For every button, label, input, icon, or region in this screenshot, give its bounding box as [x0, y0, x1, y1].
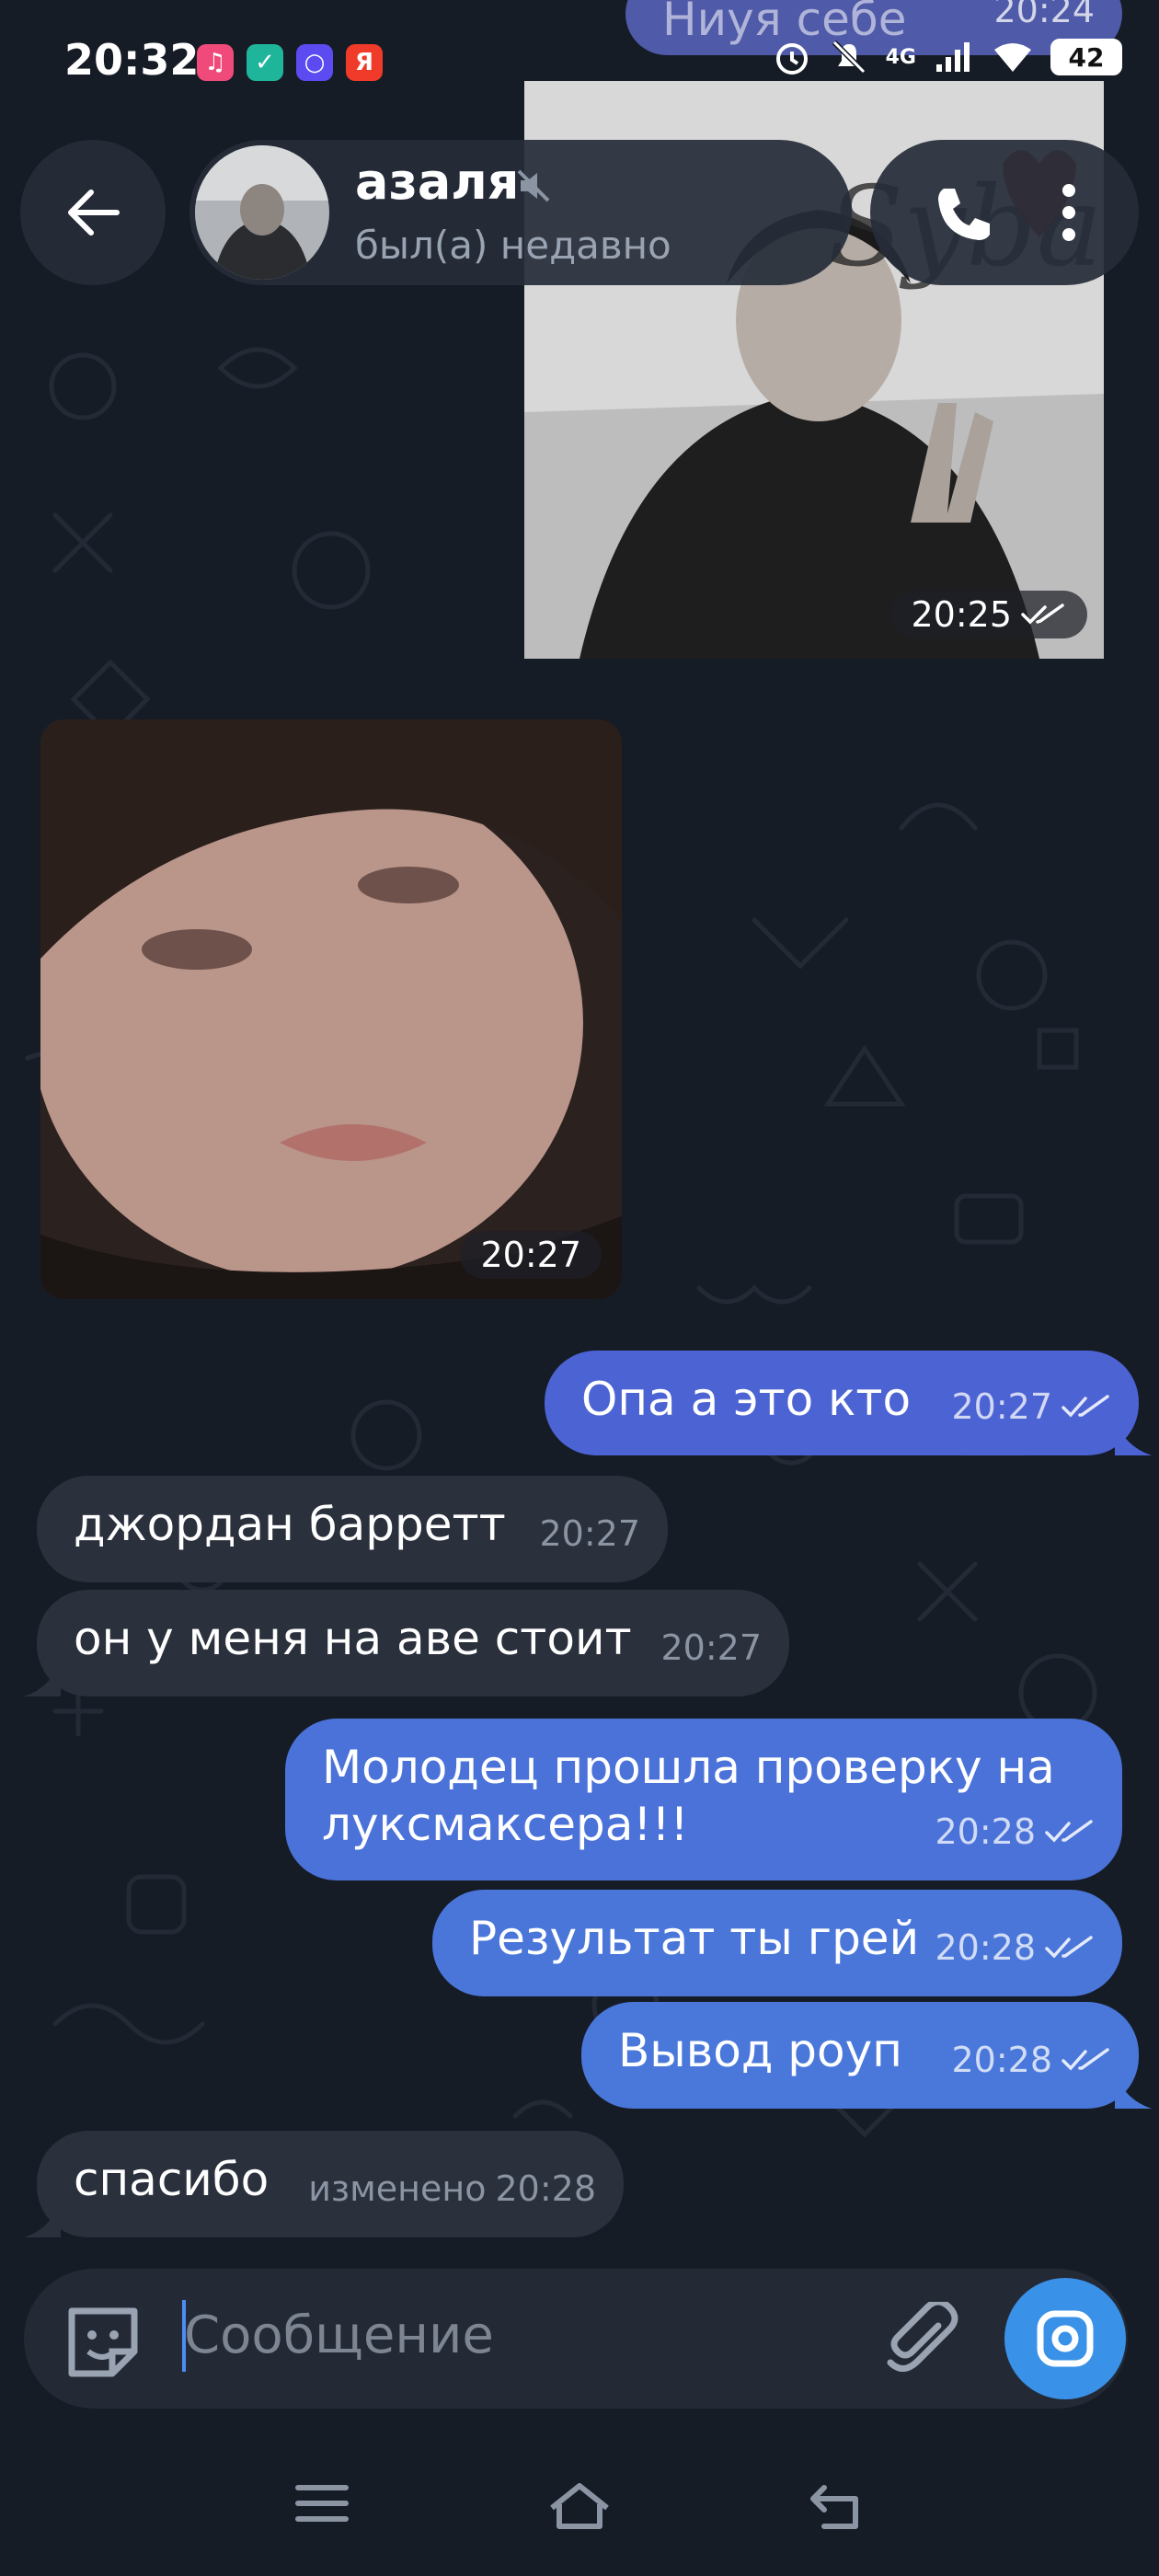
double-check-icon [1061, 1395, 1109, 1418]
header-actions [870, 140, 1139, 285]
message-text: Результат ты грей [469, 1912, 920, 1965]
message-bubble-outgoing[interactable]: Молодец прошла проверку на луксмаксера!!… [285, 1719, 1122, 1880]
message-meta: 20:27 [660, 1619, 762, 1676]
muted-icon [515, 167, 552, 208]
message-bubble-outgoing[interactable]: Результат ты грей 20:28 [432, 1890, 1122, 1996]
network-type: 4G [885, 45, 916, 69]
message-bubble-incoming[interactable]: джордан барретт 20:27 [37, 1476, 668, 1582]
photo1-time-chip: 20:25 [890, 591, 1087, 638]
message-time: 20:27 [539, 1513, 640, 1554]
bubble-tail [1115, 1419, 1152, 1455]
camera-button[interactable] [1004, 2278, 1126, 2399]
shield-app-icon: ✓ [247, 44, 283, 81]
signal-icon [936, 42, 970, 72]
message-text: Вывод роуп [618, 2024, 902, 2077]
message-text: Опа а это кто [581, 1373, 912, 1426]
double-check-icon [1045, 1820, 1093, 1843]
recent-apps-button[interactable] [294, 2480, 350, 2530]
message-meta: 20:27 [539, 1505, 640, 1562]
chat-last-seen: был(а) недавно [355, 223, 671, 268]
photo2-time-chip: 20:27 [460, 1231, 602, 1279]
double-check-icon [1061, 2048, 1109, 2071]
incoming-photo[interactable]: 20:27 [40, 719, 622, 1299]
bubble-tail [1115, 2072, 1152, 2109]
message-meta: 20:28 [935, 1803, 1095, 1860]
back-nav-button[interactable] [806, 2480, 865, 2536]
photo2-time: 20:27 [480, 1235, 581, 1275]
chat-name: азаля [355, 153, 520, 211]
camera-icon [1037, 2310, 1094, 2367]
message-time: 20:27 [951, 1386, 1052, 1427]
photo-portrait-2 [40, 719, 622, 1299]
attach-icon[interactable] [887, 2298, 960, 2383]
message-text: джордан барретт [74, 1498, 506, 1551]
message-bubble-incoming[interactable]: спасибо изменено 20:28 [24, 2131, 624, 2237]
music-app-icon: ♫ [197, 44, 234, 81]
message-meta: 20:27 [951, 1378, 1111, 1435]
avatar[interactable] [195, 145, 329, 280]
chat-app-icon: ○ [296, 44, 333, 81]
preview-message-time: 20:24 [993, 0, 1095, 30]
bubble-tail [24, 1660, 61, 1696]
arrow-left-icon [68, 190, 120, 236]
status-time: 20:32 [64, 35, 200, 85]
message-bubble-outgoing[interactable]: Опа а это кто 20:27 [545, 1351, 1152, 1455]
back-button[interactable] [20, 140, 166, 285]
message-time: 20:28 [935, 1811, 1036, 1852]
photo1-time: 20:25 [911, 594, 1012, 635]
message-time: 20:28 [951, 2040, 1052, 2080]
message-text: спасибо [74, 2153, 270, 2206]
message-time: 20:28 [495, 2168, 596, 2209]
more-vertical-icon[interactable] [1060, 181, 1078, 244]
message-input[interactable]: Сообщение [184, 2306, 494, 2365]
message-time: 20:28 [935, 1927, 1036, 1968]
message-meta: 20:28 [935, 1919, 1095, 1976]
phone-icon[interactable] [931, 181, 993, 244]
yandex-app-icon: Я [346, 44, 383, 81]
alarm-icon [775, 43, 808, 75]
message-meta: 20:28 [951, 2031, 1111, 2088]
message-meta: изменено 20:28 [308, 2160, 596, 2217]
message-bubble-outgoing[interactable]: Вывод роуп 20:28 [581, 2002, 1152, 2109]
message-bubble-incoming[interactable]: он у меня на аве стоит 20:27 [24, 1590, 789, 1696]
sticker-icon[interactable] [61, 2300, 145, 2388]
status-indicators: 4G 42 [772, 37, 1122, 77]
bell-off-icon [832, 40, 866, 75]
home-button[interactable] [546, 2480, 613, 2536]
double-check-icon [1021, 604, 1064, 625]
message-time: 20:27 [660, 1627, 762, 1668]
bubble-tail [24, 2201, 61, 2237]
double-check-icon [1045, 1936, 1093, 1959]
battery-indicator: 42 [1050, 39, 1122, 75]
wifi-icon [994, 43, 1031, 72]
message-text: он у меня на аве стоит [74, 1612, 632, 1665]
message-edited-label: изменено [308, 2168, 487, 2209]
